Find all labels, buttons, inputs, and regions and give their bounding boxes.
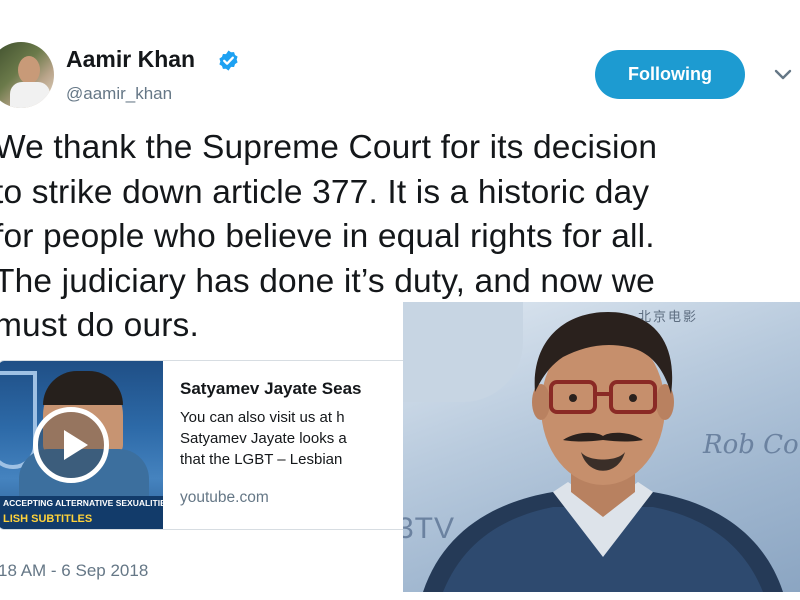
portrait-photo: 北京电影 Rob Co 3TV bbox=[403, 302, 800, 592]
user-name[interactable]: Aamir Khan bbox=[66, 46, 195, 73]
verified-badge-icon bbox=[219, 50, 238, 71]
thumbnail-caption-line1: ACCEPTING ALTERNATIVE SEXUALITIES bbox=[3, 498, 163, 508]
card-description: You can also visit us at h Satyamev Jaya… bbox=[180, 409, 347, 468]
thumbnail-caption-line2: LISH SUBTITLES bbox=[3, 513, 93, 525]
chevron-down-icon[interactable] bbox=[773, 68, 793, 82]
photo-bottom-margin bbox=[403, 592, 800, 600]
thumbnail-caption: ACCEPTING ALTERNATIVE SEXUALITIES LISH S… bbox=[0, 496, 163, 529]
avatar-shirt bbox=[10, 82, 50, 108]
thumbnail-hair bbox=[43, 371, 123, 405]
play-icon bbox=[64, 430, 88, 460]
avatar[interactable] bbox=[0, 42, 54, 108]
tweet-timestamp[interactable]: 18 AM - 6 Sep 2018 bbox=[0, 561, 148, 581]
card-domain[interactable]: youtube.com bbox=[180, 489, 269, 507]
avatar-face bbox=[18, 56, 40, 84]
play-button[interactable] bbox=[33, 407, 109, 483]
user-handle[interactable]: @aamir_khan bbox=[66, 84, 172, 104]
card-title[interactable]: Satyamev Jayate Seas bbox=[180, 379, 361, 399]
following-button[interactable]: Following bbox=[595, 50, 745, 99]
link-card[interactable]: ACCEPTING ALTERNATIVE SEXUALITIES LISH S… bbox=[0, 360, 420, 530]
portrait-figure bbox=[423, 312, 783, 592]
video-thumbnail[interactable]: ACCEPTING ALTERNATIVE SEXUALITIES LISH S… bbox=[0, 361, 163, 529]
